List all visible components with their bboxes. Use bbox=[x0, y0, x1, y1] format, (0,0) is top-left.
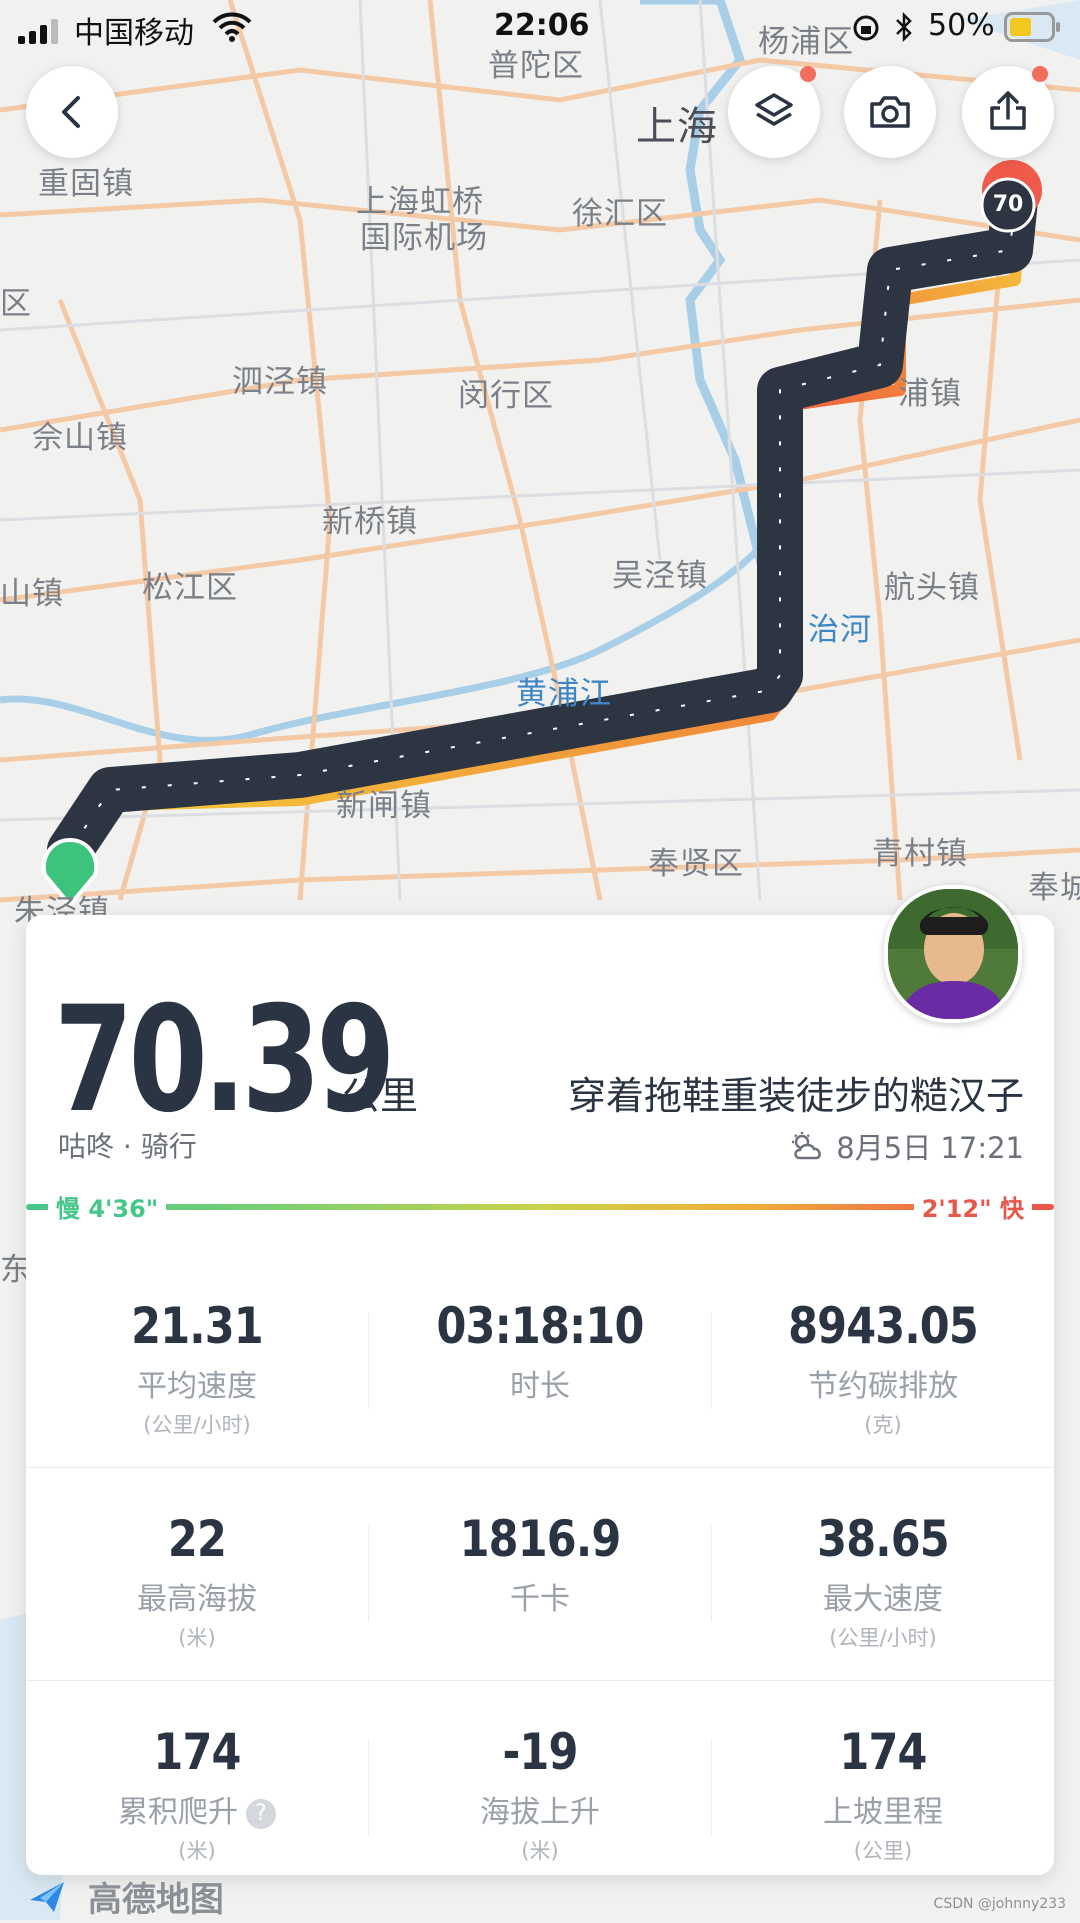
stat-label: 千卡 bbox=[510, 1582, 570, 1617]
stats-row: 22 最高海拔 (米) 1816.9 千卡 38.65 最大速度 (公里/小时) bbox=[26, 1468, 1054, 1681]
map-label: 闵行区 bbox=[458, 378, 554, 414]
stat-label: 平均速度 bbox=[137, 1369, 257, 1404]
map-label: 泗泾镇 bbox=[232, 364, 328, 400]
map-label: 黄浦江 bbox=[516, 676, 612, 712]
help-icon[interactable]: ? bbox=[246, 1798, 276, 1829]
stat-value: 21.31 bbox=[131, 1297, 264, 1355]
status-bar: 中国移动 22:06 50% bbox=[0, 0, 1080, 56]
stat-label-text: 累积爬升 bbox=[118, 1795, 238, 1830]
watermark: CSDN @johnny233 bbox=[933, 1896, 1066, 1912]
stat-unit: (公里/小时) bbox=[143, 1413, 251, 1437]
stat-total-climb: 174 累积爬升? (米) bbox=[26, 1681, 368, 1893]
avatar[interactable] bbox=[884, 885, 1022, 1023]
pace-slow-label: 慢 4'36" bbox=[48, 1189, 167, 1224]
carrier: 中国移动 bbox=[74, 16, 194, 51]
stat-value: 174 bbox=[839, 1723, 927, 1781]
bluetooth-icon bbox=[894, 11, 914, 46]
stat-unit: (克) bbox=[864, 1413, 902, 1437]
stat-unit: (公里) bbox=[853, 1839, 913, 1863]
stat-elevation-gain: -19 海拔上升 (米) bbox=[369, 1681, 711, 1893]
stat-calories: 1816.9 千卡 bbox=[369, 1468, 711, 1680]
stat-unit: (米) bbox=[178, 1626, 216, 1650]
stat-unit: (米) bbox=[178, 1839, 216, 1863]
stats-grid: 21.31 平均速度 (公里/小时) 03:18:10 时长 8943.05 节… bbox=[26, 1255, 1054, 1893]
map-label: 上海 bbox=[636, 104, 718, 150]
map-label: 新桥镇 bbox=[322, 504, 418, 540]
stat-label: 海拔上升 bbox=[480, 1795, 600, 1830]
stat-value: 22 bbox=[167, 1510, 227, 1568]
activity-datetime: 8月5日 17:21 bbox=[790, 1125, 1024, 1167]
clock: 22:06 bbox=[494, 8, 590, 43]
stat-value: 03:18:10 bbox=[436, 1297, 644, 1355]
map-label: 徐汇区 bbox=[572, 196, 668, 232]
stat-value: 174 bbox=[153, 1723, 241, 1781]
battery-icon bbox=[1004, 12, 1062, 46]
datetime-text: 8月5日 17:21 bbox=[836, 1131, 1024, 1165]
weather-cloudy-icon bbox=[792, 1132, 822, 1160]
stat-label: 时长 bbox=[510, 1369, 570, 1404]
stat-label: 最高海拔 bbox=[137, 1582, 257, 1617]
avatar-photo bbox=[888, 889, 1018, 1019]
stat-unit: (公里/小时) bbox=[829, 1626, 937, 1650]
map-label: 航头镇 bbox=[884, 570, 980, 606]
attribution-text: 高德地图 bbox=[87, 1880, 224, 1920]
amap-logo-icon bbox=[28, 1880, 68, 1923]
map-label: 山镇 bbox=[0, 576, 64, 612]
distance-unit: 公里 bbox=[342, 1074, 419, 1118]
activity-summary-card: 70.39 公里 咕咚 · 骑行 穿着拖鞋重装徒步的糙汉子 8月5日 17:21… bbox=[26, 885, 1054, 1875]
stat-avg-speed: 21.31 平均速度 (公里/小时) bbox=[26, 1255, 368, 1467]
stat-unit: (米) bbox=[521, 1839, 559, 1863]
stat-label: 最大速度 bbox=[823, 1582, 943, 1617]
stat-label: 上坡里程 bbox=[823, 1795, 943, 1830]
pace-fast-label: 2'12" 快 bbox=[913, 1189, 1032, 1224]
distance-value: 70.39 bbox=[54, 975, 395, 1145]
stat-carbon-saved: 8943.05 节约碳排放 (克) bbox=[712, 1255, 1054, 1467]
map-label: 治河 bbox=[808, 612, 872, 648]
stats-row: 174 累积爬升? (米) -19 海拔上升 (米) 174 上坡里程 (公里) bbox=[26, 1681, 1054, 1893]
stat-value: 8943.05 bbox=[788, 1297, 979, 1355]
stat-label: 累积爬升? bbox=[26, 1787, 368, 1831]
map-label: 松江区 bbox=[142, 570, 238, 606]
stat-value: -19 bbox=[502, 1723, 578, 1781]
map-label: 吴泾镇 bbox=[612, 558, 708, 594]
camera-button[interactable] bbox=[844, 66, 936, 158]
stat-max-altitude: 22 最高海拔 (米) bbox=[26, 1468, 368, 1680]
back-button[interactable] bbox=[26, 66, 118, 158]
map-label: 浦镇 bbox=[898, 376, 962, 412]
chevron-left-icon bbox=[62, 96, 80, 128]
map-label: 新闸镇 bbox=[336, 788, 432, 824]
pace-gradient-bar bbox=[26, 1204, 1054, 1210]
map-label: 青村镇 bbox=[872, 836, 968, 872]
end-marker-label: 70 bbox=[992, 192, 1024, 217]
stat-value: 1816.9 bbox=[459, 1510, 622, 1568]
stat-max-speed: 38.65 最大速度 (公里/小时) bbox=[712, 1468, 1054, 1680]
author-name: 穿着拖鞋重装徒步的糙汉子 bbox=[567, 1074, 1024, 1118]
notification-dot bbox=[1032, 66, 1048, 82]
notification-dot bbox=[800, 66, 816, 82]
map-label: 国际机场 bbox=[360, 220, 488, 256]
stats-row: 21.31 平均速度 (公里/小时) 03:18:10 时长 8943.05 节… bbox=[26, 1255, 1054, 1468]
wifi-icon bbox=[212, 12, 252, 46]
map-label: 奉贤区 bbox=[648, 846, 744, 882]
activity-type: 咕咚 · 骑行 bbox=[58, 1130, 197, 1163]
share-icon bbox=[990, 91, 1026, 130]
camera-icon bbox=[870, 96, 910, 128]
stat-label: 节约碳排放 bbox=[808, 1369, 958, 1404]
map-label: 重固镇 bbox=[38, 166, 134, 202]
layers-icon bbox=[755, 93, 793, 126]
stat-duration: 03:18:10 时长 bbox=[369, 1255, 711, 1467]
map-label: 区 bbox=[0, 286, 32, 322]
battery-percent: 50% bbox=[928, 8, 995, 43]
lock-rotation-icon bbox=[852, 14, 880, 46]
stat-value: 38.65 bbox=[817, 1510, 950, 1568]
map-attribution: 高德地图 bbox=[28, 1872, 224, 1923]
stat-uphill-distance: 174 上坡里程 (公里) bbox=[712, 1681, 1054, 1893]
signal-icon bbox=[18, 18, 68, 48]
map-label: 佘山镇 bbox=[32, 420, 128, 456]
map-label: 奉城 bbox=[1028, 870, 1080, 906]
